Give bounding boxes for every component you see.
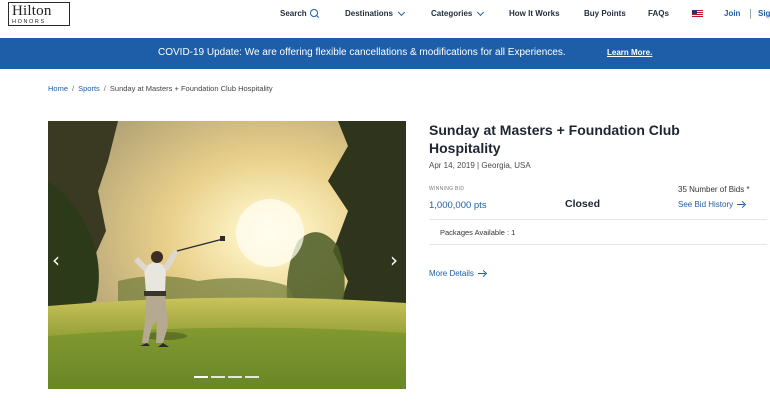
bid-history-label: See Bid History	[678, 200, 734, 209]
nav-how-it-works-label: How It Works	[509, 9, 560, 18]
join-label: Join	[724, 9, 741, 18]
arrow-right-icon	[737, 202, 745, 208]
sign-in-label: Sig	[758, 9, 770, 18]
logo-text: Hilton	[12, 3, 52, 19]
carousel-dot[interactable]	[228, 376, 242, 378]
carousel-prev-arrow[interactable]: ‹	[52, 248, 60, 272]
carousel-dot[interactable]	[245, 376, 259, 378]
listing-date-location: Apr 14, 2019 | Georgia, USA	[429, 161, 531, 170]
nav-categories-label: Categories	[431, 9, 473, 18]
bids-count: 35 Number of Bids *	[678, 185, 750, 194]
site-header: Hilton HONORS Search Destinations Catego…	[0, 0, 770, 38]
chevron-down-icon	[397, 8, 406, 16]
hilton-honors-logo[interactable]: Hilton HONORS	[8, 2, 70, 26]
chevron-down-icon	[477, 8, 485, 16]
carousel-dot[interactable]	[194, 376, 208, 378]
breadcrumb-sports[interactable]: Sports	[78, 84, 100, 93]
divider	[429, 244, 767, 245]
image-carousel[interactable]: ‹ ›	[48, 121, 406, 389]
listing-title: Sunday at Masters + Foundation Club Hosp…	[429, 122, 680, 156]
nav-search-label: Search	[280, 9, 307, 18]
learn-more-link[interactable]: Learn More.	[607, 48, 652, 57]
logo-subtext: HONORS	[12, 19, 46, 25]
auction-status: Closed	[565, 198, 601, 210]
breadcrumb-current: Sunday at Masters + Foundation Club Hosp…	[109, 84, 273, 93]
covid-banner: COVID-19 Update: We are offering flexibl…	[0, 38, 770, 69]
nav-buy-points-label: Buy Points	[584, 9, 626, 18]
banner-text: COVID-19 Update: We are offering flexibl…	[158, 47, 566, 58]
breadcrumb-separator: /	[103, 84, 106, 93]
nav-how-it-works[interactable]: How It Works	[509, 9, 560, 18]
golfer-at-sunset-image	[48, 121, 406, 389]
carousel-indicators	[194, 376, 259, 378]
language-selector[interactable]	[692, 10, 703, 17]
search-icon	[309, 9, 319, 18]
divider	[429, 219, 767, 220]
nav-destinations[interactable]: Destinations	[345, 8, 406, 18]
arrow-right-icon	[477, 271, 486, 277]
nav-search[interactable]: Search	[280, 9, 319, 18]
breadcrumb-separator: /	[72, 84, 75, 93]
nav-buy-points[interactable]: Buy Points	[584, 9, 626, 18]
breadcrumb-home[interactable]: Home	[48, 84, 68, 93]
nav-faqs[interactable]: FAQs	[648, 9, 669, 18]
more-details-link[interactable]: More Details	[429, 269, 486, 278]
carousel-dot[interactable]	[211, 376, 225, 378]
join-link[interactable]: Join	[724, 9, 740, 18]
winning-bid-value: 1,000,000 pts	[429, 200, 487, 211]
carousel-next-arrow[interactable]: ›	[390, 248, 398, 272]
breadcrumb: Home / Sports / Sunday at Masters + Foun…	[48, 84, 273, 93]
more-details-label: More Details	[429, 269, 474, 278]
packages-available: Packages Available : 1	[440, 228, 516, 237]
nav-faqs-label: FAQs	[648, 9, 669, 18]
winning-bid-label: WINNING BID	[429, 186, 465, 192]
nav-categories[interactable]: Categories	[431, 8, 485, 18]
nav-destinations-label: Destinations	[345, 9, 394, 18]
see-bid-history-link[interactable]: See Bid History	[678, 200, 745, 209]
sign-in-link[interactable]: Sig	[758, 9, 770, 18]
us-flag-icon	[692, 10, 703, 17]
nav-divider	[750, 9, 751, 19]
